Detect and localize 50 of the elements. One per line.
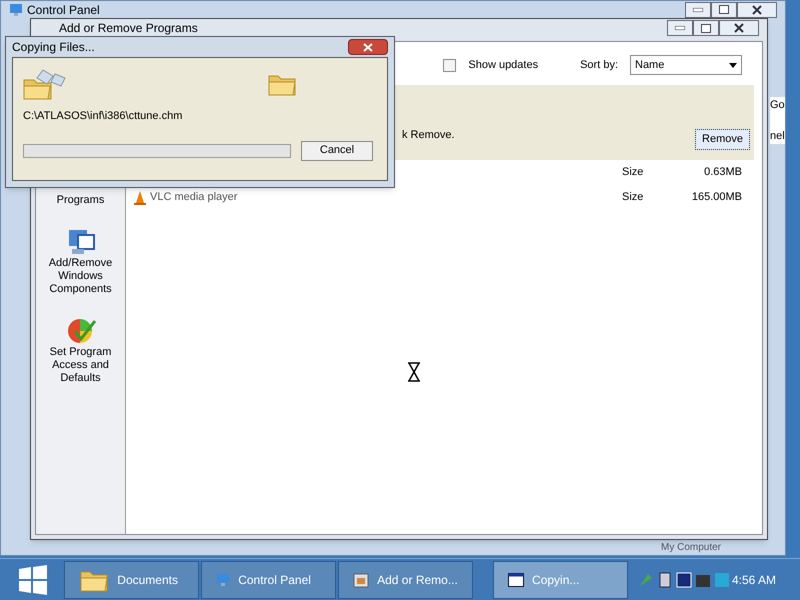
maximize-button[interactable]	[711, 2, 737, 18]
sort-dropdown[interactable]: Name	[630, 55, 742, 75]
taskbar-button[interactable]: Control Panel	[201, 560, 336, 598]
minimize-icon	[675, 26, 685, 30]
program-hint: k Remove.	[402, 128, 455, 143]
panel-text: Go	[770, 98, 785, 113]
window-icon	[508, 572, 524, 586]
sidebar-link[interactable]: Programs	[40, 194, 120, 207]
minimize-button[interactable]	[685, 2, 711, 18]
panel-text: nel	[770, 128, 785, 144]
minimize-icon	[693, 8, 703, 12]
tray-icon	[656, 572, 673, 588]
installer-box-icon	[353, 572, 370, 588]
taskbar-button[interactable]: Add or Remo...	[338, 560, 474, 598]
program-name: VLC media player	[150, 190, 238, 206]
flying-papers-folder-icon	[23, 68, 67, 100]
maximize-button[interactable]	[693, 20, 719, 36]
tray-icon	[714, 572, 730, 588]
tray-icon	[676, 572, 692, 588]
taskbar-button[interactable]: Documents	[64, 560, 200, 598]
dialog-title: Copying Files...	[12, 39, 96, 56]
size-label: Size	[622, 190, 644, 206]
close-button[interactable]	[737, 2, 777, 18]
close-icon	[752, 4, 762, 14]
minimize-button[interactable]	[667, 20, 693, 36]
close-icon	[363, 42, 373, 52]
close-button[interactable]	[348, 39, 388, 55]
checkbox-label: Show updates	[468, 58, 538, 73]
monitor-icon	[216, 572, 230, 586]
remove-button[interactable]: Remove	[695, 129, 750, 150]
close-button[interactable]	[719, 20, 759, 36]
size-value: 165.00MB	[690, 190, 742, 206]
monitor-icon	[9, 2, 23, 16]
window-title: Control Panel	[27, 2, 100, 18]
traffic-cone-icon	[134, 190, 146, 204]
dropdown-arrow-icon	[729, 62, 737, 68]
tray-icon	[638, 572, 654, 588]
windows-logo-icon	[18, 564, 48, 594]
sidebar-link[interactable]: Set Program Access and Defaults	[40, 346, 120, 385]
close-icon	[734, 23, 744, 33]
clock: 4:56 AM	[732, 572, 776, 588]
size-label: Size	[622, 165, 644, 180]
sidebar-link[interactable]: Add/Remove Windows Components	[40, 257, 120, 296]
cancel-button[interactable]: Cancel	[301, 140, 373, 160]
sort-label: Sort by:	[580, 58, 618, 73]
size-value: 0.63MB	[703, 165, 742, 180]
window-title: Add or Remove Programs	[59, 21, 198, 35]
hourglass-icon	[407, 362, 421, 382]
show-updates-checkbox[interactable]	[443, 58, 456, 72]
my-computer-link[interactable]: My Computer	[661, 542, 722, 554]
